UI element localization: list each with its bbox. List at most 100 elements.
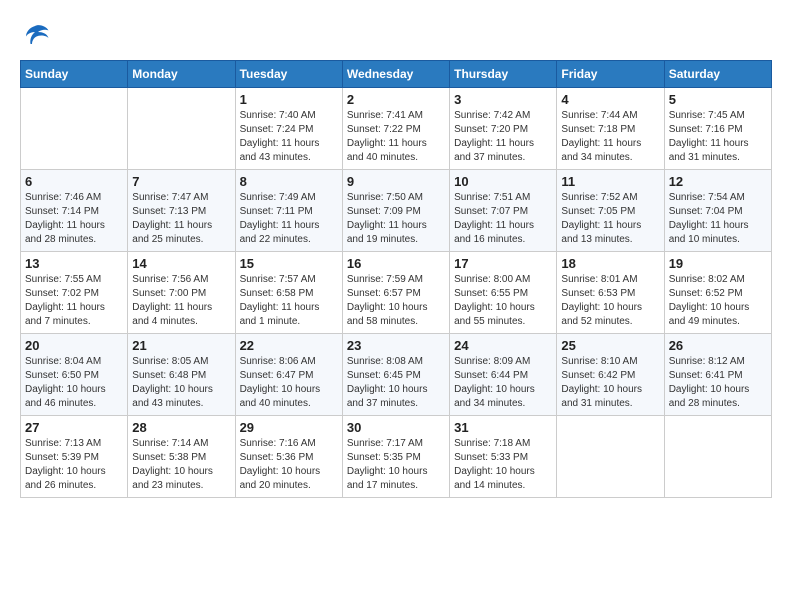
- day-number: 4: [561, 92, 659, 107]
- page-header: [20, 20, 772, 50]
- day-info: Sunrise: 7:46 AM Sunset: 7:14 PM Dayligh…: [25, 191, 123, 247]
- calendar-week-2: 6 Sunrise: 7:46 AM Sunset: 7:14 PM Daylig…: [21, 170, 772, 252]
- day-info: Sunrise: 7:47 AM Sunset: 7:13 PM Dayligh…: [132, 191, 230, 247]
- calendar-cell: 20 Sunrise: 8:04 AM Sunset: 6:50 PM Dayli…: [21, 334, 128, 416]
- day-number: 10: [454, 174, 552, 189]
- calendar-cell: 25 Sunrise: 8:10 AM Sunset: 6:42 PM Dayli…: [557, 334, 664, 416]
- day-info: Sunrise: 7:41 AM Sunset: 7:22 PM Dayligh…: [347, 109, 445, 165]
- day-info: Sunrise: 8:06 AM Sunset: 6:47 PM Dayligh…: [240, 355, 338, 411]
- weekday-header-friday: Friday: [557, 61, 664, 88]
- day-info: Sunrise: 8:08 AM Sunset: 6:45 PM Dayligh…: [347, 355, 445, 411]
- day-number: 25: [561, 338, 659, 353]
- weekday-header-thursday: Thursday: [450, 61, 557, 88]
- calendar-cell: [664, 416, 771, 498]
- calendar-cell: 26 Sunrise: 8:12 AM Sunset: 6:41 PM Dayli…: [664, 334, 771, 416]
- day-info: Sunrise: 8:04 AM Sunset: 6:50 PM Dayligh…: [25, 355, 123, 411]
- day-info: Sunrise: 7:16 AM Sunset: 5:36 PM Dayligh…: [240, 437, 338, 493]
- weekday-header-row: SundayMondayTuesdayWednesdayThursdayFrid…: [21, 61, 772, 88]
- calendar-body: 1 Sunrise: 7:40 AM Sunset: 7:24 PM Daylig…: [21, 88, 772, 498]
- day-number: 6: [25, 174, 123, 189]
- day-number: 22: [240, 338, 338, 353]
- calendar-cell: 17 Sunrise: 8:00 AM Sunset: 6:55 PM Dayli…: [450, 252, 557, 334]
- calendar-cell: 22 Sunrise: 8:06 AM Sunset: 6:47 PM Dayli…: [235, 334, 342, 416]
- day-number: 1: [240, 92, 338, 107]
- day-number: 23: [347, 338, 445, 353]
- calendar-week-1: 1 Sunrise: 7:40 AM Sunset: 7:24 PM Daylig…: [21, 88, 772, 170]
- day-number: 14: [132, 256, 230, 271]
- weekday-header-saturday: Saturday: [664, 61, 771, 88]
- weekday-header-monday: Monday: [128, 61, 235, 88]
- calendar-cell: 31 Sunrise: 7:18 AM Sunset: 5:33 PM Dayli…: [450, 416, 557, 498]
- logo-icon: [20, 20, 50, 50]
- calendar-cell: 27 Sunrise: 7:13 AM Sunset: 5:39 PM Dayli…: [21, 416, 128, 498]
- calendar-cell: 30 Sunrise: 7:17 AM Sunset: 5:35 PM Dayli…: [342, 416, 449, 498]
- day-number: 8: [240, 174, 338, 189]
- calendar-cell: [128, 88, 235, 170]
- calendar-cell: [557, 416, 664, 498]
- day-number: 9: [347, 174, 445, 189]
- day-info: Sunrise: 8:00 AM Sunset: 6:55 PM Dayligh…: [454, 273, 552, 329]
- calendar-table: SundayMondayTuesdayWednesdayThursdayFrid…: [20, 60, 772, 498]
- calendar-cell: 9 Sunrise: 7:50 AM Sunset: 7:09 PM Daylig…: [342, 170, 449, 252]
- day-info: Sunrise: 7:13 AM Sunset: 5:39 PM Dayligh…: [25, 437, 123, 493]
- day-number: 2: [347, 92, 445, 107]
- day-number: 3: [454, 92, 552, 107]
- calendar-cell: 10Sunrise: 7:51 AM Sunset: 7:07 PM Dayli…: [450, 170, 557, 252]
- day-number: 20: [25, 338, 123, 353]
- day-number: 13: [25, 256, 123, 271]
- day-info: Sunrise: 7:59 AM Sunset: 6:57 PM Dayligh…: [347, 273, 445, 329]
- calendar-cell: 6 Sunrise: 7:46 AM Sunset: 7:14 PM Daylig…: [21, 170, 128, 252]
- day-number: 15: [240, 256, 338, 271]
- calendar-week-5: 27 Sunrise: 7:13 AM Sunset: 5:39 PM Dayli…: [21, 416, 772, 498]
- day-info: Sunrise: 8:12 AM Sunset: 6:41 PM Dayligh…: [669, 355, 767, 411]
- calendar-cell: 2 Sunrise: 7:41 AM Sunset: 7:22 PM Daylig…: [342, 88, 449, 170]
- day-info: Sunrise: 7:50 AM Sunset: 7:09 PM Dayligh…: [347, 191, 445, 247]
- day-info: Sunrise: 7:45 AM Sunset: 7:16 PM Dayligh…: [669, 109, 767, 165]
- day-number: 26: [669, 338, 767, 353]
- calendar-cell: 8 Sunrise: 7:49 AM Sunset: 7:11 PM Daylig…: [235, 170, 342, 252]
- day-info: Sunrise: 7:56 AM Sunset: 7:00 PM Dayligh…: [132, 273, 230, 329]
- day-info: Sunrise: 7:17 AM Sunset: 5:35 PM Dayligh…: [347, 437, 445, 493]
- calendar-cell: 23 Sunrise: 8:08 AM Sunset: 6:45 PM Dayli…: [342, 334, 449, 416]
- day-info: Sunrise: 8:05 AM Sunset: 6:48 PM Dayligh…: [132, 355, 230, 411]
- day-number: 30: [347, 420, 445, 435]
- day-info: Sunrise: 7:54 AM Sunset: 7:04 PM Dayligh…: [669, 191, 767, 247]
- calendar-cell: 13 Sunrise: 7:55 AM Sunset: 7:02 PM Dayli…: [21, 252, 128, 334]
- day-info: Sunrise: 7:57 AM Sunset: 6:58 PM Dayligh…: [240, 273, 338, 329]
- day-number: 5: [669, 92, 767, 107]
- day-info: Sunrise: 7:44 AM Sunset: 7:18 PM Dayligh…: [561, 109, 659, 165]
- day-number: 31: [454, 420, 552, 435]
- calendar-cell: 28Sunrise: 7:14 AM Sunset: 5:38 PM Dayli…: [128, 416, 235, 498]
- day-number: 29: [240, 420, 338, 435]
- weekday-header-sunday: Sunday: [21, 61, 128, 88]
- day-info: Sunrise: 7:55 AM Sunset: 7:02 PM Dayligh…: [25, 273, 123, 329]
- day-info: Sunrise: 8:02 AM Sunset: 6:52 PM Dayligh…: [669, 273, 767, 329]
- day-number: 24: [454, 338, 552, 353]
- calendar-cell: 19Sunrise: 8:02 AM Sunset: 6:52 PM Dayli…: [664, 252, 771, 334]
- day-number: 17: [454, 256, 552, 271]
- day-info: Sunrise: 7:49 AM Sunset: 7:11 PM Dayligh…: [240, 191, 338, 247]
- day-number: 27: [25, 420, 123, 435]
- day-info: Sunrise: 8:10 AM Sunset: 6:42 PM Dayligh…: [561, 355, 659, 411]
- calendar-cell: 12Sunrise: 7:54 AM Sunset: 7:04 PM Dayli…: [664, 170, 771, 252]
- calendar-header: SundayMondayTuesdayWednesdayThursdayFrid…: [21, 61, 772, 88]
- day-number: 18: [561, 256, 659, 271]
- day-info: Sunrise: 7:40 AM Sunset: 7:24 PM Dayligh…: [240, 109, 338, 165]
- day-number: 16: [347, 256, 445, 271]
- day-number: 11: [561, 174, 659, 189]
- calendar-cell: 16 Sunrise: 7:59 AM Sunset: 6:57 PM Dayli…: [342, 252, 449, 334]
- day-info: Sunrise: 8:01 AM Sunset: 6:53 PM Dayligh…: [561, 273, 659, 329]
- day-info: Sunrise: 7:52 AM Sunset: 7:05 PM Dayligh…: [561, 191, 659, 247]
- day-number: 28: [132, 420, 230, 435]
- day-info: Sunrise: 8:09 AM Sunset: 6:44 PM Dayligh…: [454, 355, 552, 411]
- calendar-cell: 18 Sunrise: 8:01 AM Sunset: 6:53 PM Dayli…: [557, 252, 664, 334]
- calendar-week-3: 13 Sunrise: 7:55 AM Sunset: 7:02 PM Dayli…: [21, 252, 772, 334]
- day-number: 21: [132, 338, 230, 353]
- calendar-cell: 5 Sunrise: 7:45 AM Sunset: 7:16 PM Daylig…: [664, 88, 771, 170]
- calendar-cell: 15 Sunrise: 7:57 AM Sunset: 6:58 PM Dayli…: [235, 252, 342, 334]
- day-info: Sunrise: 7:42 AM Sunset: 7:20 PM Dayligh…: [454, 109, 552, 165]
- calendar-cell: 21 Sunrise: 8:05 AM Sunset: 6:48 PM Dayli…: [128, 334, 235, 416]
- day-number: 7: [132, 174, 230, 189]
- calendar-cell: 7 Sunrise: 7:47 AM Sunset: 7:13 PM Daylig…: [128, 170, 235, 252]
- day-info: Sunrise: 7:18 AM Sunset: 5:33 PM Dayligh…: [454, 437, 552, 493]
